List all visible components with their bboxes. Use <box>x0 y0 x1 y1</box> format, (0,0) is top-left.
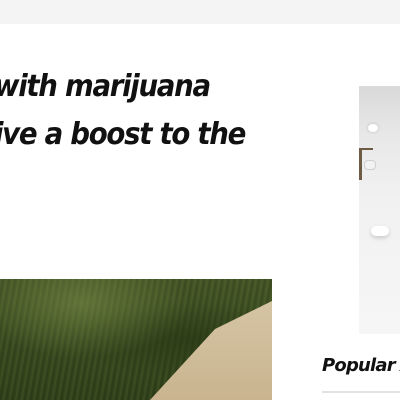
headline-line: with marijuana <box>0 69 211 104</box>
cup-shape <box>364 160 376 170</box>
top-bar <box>0 0 400 24</box>
sidebar-article-image[interactable] <box>359 86 400 334</box>
sidebar-divider <box>322 391 400 393</box>
headline-line: ive a boost to the <box>0 117 246 152</box>
pillow-shape <box>371 226 389 236</box>
article-image[interactable] <box>0 279 272 400</box>
article-headline[interactable]: with marijuana ive a boost to the <box>0 63 246 159</box>
page: with marijuana ive a boost to the Popula… <box>0 0 400 400</box>
sidebar-heading: Popular A <box>322 355 400 376</box>
lamp-shape <box>368 124 378 132</box>
